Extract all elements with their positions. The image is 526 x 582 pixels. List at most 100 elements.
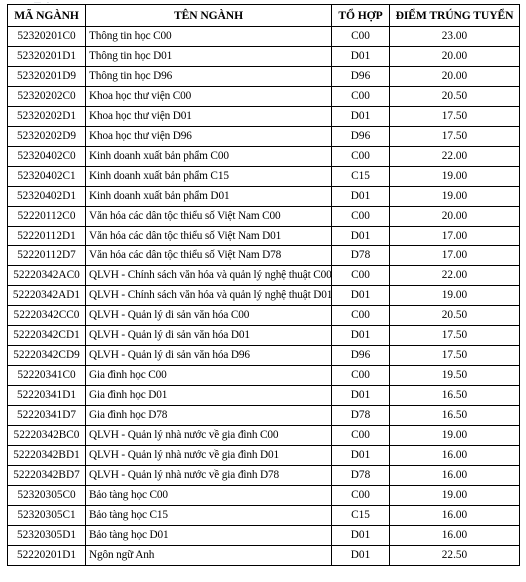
row-diem-trung-tuyen: 16.00 [389,445,520,466]
row-ma-nganh: 52220342AD1 [7,285,86,307]
row-to-hop: D01 [331,45,390,67]
row-ten-nganh: Bảo tàng học C15 [85,504,332,526]
row-ten-nganh: Khoa học thư viện C00 [85,85,332,107]
column-header-ma-nganh: MÃ NGÀNH [7,4,86,27]
row-diem-trung-tuyen: 19.00 [389,185,520,207]
row-ten-nganh: QLVH - Chính sách văn hóa và quản lý ngh… [85,265,332,287]
table-header: MÃ NGÀNH TÊN NGÀNH TỔ HỢP ĐIỂM TRÚNG TUY… [7,4,520,27]
row-ma-nganh: 52220342BD7 [7,464,86,486]
table-row: 52220342CD9 QLVH - Quản lý di sản văn hóa… [7,345,520,367]
row-to-hop: C00 [331,145,390,167]
row-ma-nganh: 52320202D1 [7,105,86,127]
row-diem-trung-tuyen: 17.50 [389,105,520,127]
table-row: 52320201D9 Thông tin học D96 D96 20.00 [7,65,520,87]
table-row: 52320202D9 Khoa học thư viện D96 D96 17.50 [7,125,520,147]
row-ten-nganh: Gia đình học D78 [85,405,332,427]
row-ma-nganh: 52320402D1 [7,185,86,207]
row-to-hop: D01 [331,524,390,546]
table-row: 52320402D1 Kinh doanh xuất bản phẩm D01 D0… [7,185,520,207]
row-diem-trung-tuyen: 19.50 [389,365,520,387]
row-to-hop: D01 [331,325,390,347]
row-diem-trung-tuyen: 19.00 [389,285,520,307]
row-ten-nganh: Thông tin học D96 [85,65,332,87]
row-diem-trung-tuyen: 16.50 [389,385,520,407]
row-ma-nganh: 52220342CD9 [7,345,86,367]
row-ten-nganh: Gia đình học C00 [85,365,332,387]
table-row: 52320202D1 Khoa học thư viện D01 D01 17.50 [7,105,520,127]
row-to-hop: D96 [331,345,390,367]
table-row: 52220112D1 Văn hóa các dân tộc thiểu số V… [7,225,520,247]
row-ten-nganh: Thông tin học C00 [85,26,332,47]
row-to-hop: D96 [331,125,390,147]
row-to-hop: C00 [331,484,390,506]
row-ten-nganh: QLVH - Quản lý di sản văn hóa D96 [85,345,332,367]
row-diem-trung-tuyen: 23.00 [389,26,520,47]
row-ten-nganh: Kinh doanh xuất bản phẩm C15 [85,165,332,187]
row-diem-trung-tuyen: 17.00 [389,225,520,247]
row-to-hop: C00 [331,26,390,47]
table-row: 52320201C0 Thông tin học C00 C00 23.00 [7,26,520,47]
table-row: 52220201D1 Ngôn ngữ Anh D01 22.50 [7,544,520,566]
row-diem-trung-tuyen: 17.50 [389,325,520,347]
row-ten-nganh: Văn hóa các dân tộc thiểu số Việt Nam D0… [85,225,332,247]
table-row: 52220342AC0 QLVH - Chính sách văn hóa và … [7,265,520,287]
row-diem-trung-tuyen: 20.00 [389,205,520,227]
row-to-hop: D01 [331,105,390,127]
row-ma-nganh: 52220112D1 [7,225,86,247]
row-diem-trung-tuyen: 17.50 [389,345,520,367]
row-to-hop: C00 [331,205,390,227]
row-diem-trung-tuyen: 22.50 [389,544,520,566]
column-header-ten-nganh: TÊN NGÀNH [85,4,332,27]
table-row: 52220342BC0 QLVH - Quản lý nhà nước về gi… [7,425,520,447]
row-to-hop: C00 [331,85,390,107]
row-ten-nganh: Bảo tàng học D01 [85,524,332,546]
table-row: 52320402C1 Kinh doanh xuất bản phẩm C15 C1… [7,165,520,187]
row-ten-nganh: Kinh doanh xuất bản phẩm D01 [85,185,332,207]
table-row: 52320305C1 Bảo tàng học C15 C15 16.00 [7,504,520,526]
row-ten-nganh: Gia đình học D01 [85,385,332,407]
row-ma-nganh: 52320201D1 [7,45,86,67]
row-diem-trung-tuyen: 20.50 [389,305,520,327]
row-diem-trung-tuyen: 16.00 [389,504,520,526]
row-ma-nganh: 52320201C0 [7,26,86,47]
row-diem-trung-tuyen: 19.00 [389,484,520,506]
row-diem-trung-tuyen: 16.00 [389,464,520,486]
row-diem-trung-tuyen: 20.00 [389,45,520,67]
table-row: 52220342BD1 QLVH - Quản lý nhà nước về gi… [7,445,520,466]
table-row: 52320202C0 Khoa học thư viện C00 C00 20.50 [7,85,520,107]
row-to-hop: D01 [331,285,390,307]
row-diem-trung-tuyen: 20.50 [389,85,520,107]
row-ma-nganh: 52220201D1 [7,544,86,566]
row-to-hop: D96 [331,65,390,87]
row-ma-nganh: 52220341D7 [7,405,86,427]
row-ma-nganh: 52320305C1 [7,504,86,526]
row-to-hop: D01 [331,225,390,247]
table-row: 52320201D1 Thông tin học D01 D01 20.00 [7,45,520,67]
row-ma-nganh: 52220342CC0 [7,305,86,327]
row-to-hop: D01 [331,385,390,407]
row-ma-nganh: 52320402C0 [7,145,86,167]
admission-score-table: MÃ NGÀNH TÊN NGÀNH TỔ HỢP ĐIỂM TRÚNG TUY… [7,4,520,566]
column-header-to-hop: TỔ HỢP [331,4,390,27]
table-row: 52220342AD1 QLVH - Chính sách văn hóa và … [7,285,520,307]
row-ma-nganh: 52320202D9 [7,125,86,147]
row-ten-nganh: QLVH - Quản lý nhà nước về gia đình D78 [85,464,332,486]
row-to-hop: D01 [331,185,390,207]
row-ten-nganh: QLVH - Quản lý nhà nước về gia đình C00 [85,425,332,447]
row-ten-nganh: Khoa học thư viện D96 [85,125,332,147]
row-diem-trung-tuyen: 16.00 [389,524,520,546]
document-page: — - MÃ NGÀNH TÊN NGÀNH TỔ HỢP ĐIỂM TRÚNG… [0,0,526,582]
row-diem-trung-tuyen: 17.00 [389,245,520,267]
table-row: 52220341D7 Gia đình học D78 D78 16.50 [7,405,520,427]
row-ma-nganh: 52320305C0 [7,484,86,506]
table-header-row: MÃ NGÀNH TÊN NGÀNH TỔ HỢP ĐIỂM TRÚNG TUY… [7,4,520,27]
row-to-hop: D78 [331,464,390,486]
row-ten-nganh: QLVH - Chính sách văn hóa và quản lý ngh… [85,285,332,307]
table-row: 52320305D1 Bảo tàng học D01 D01 16.00 [7,524,520,546]
table-row: 52220341D1 Gia đình học D01 D01 16.50 [7,385,520,407]
row-ma-nganh: 52220112C0 [7,205,86,227]
table-row: 52220112C0 Văn hóa các dân tộc thiểu số V… [7,205,520,227]
table-body: 52320201C0 Thông tin học C00 C00 23.00 52320… [7,26,520,566]
row-ma-nganh: 52220342BC0 [7,425,86,447]
row-to-hop: D78 [331,245,390,267]
